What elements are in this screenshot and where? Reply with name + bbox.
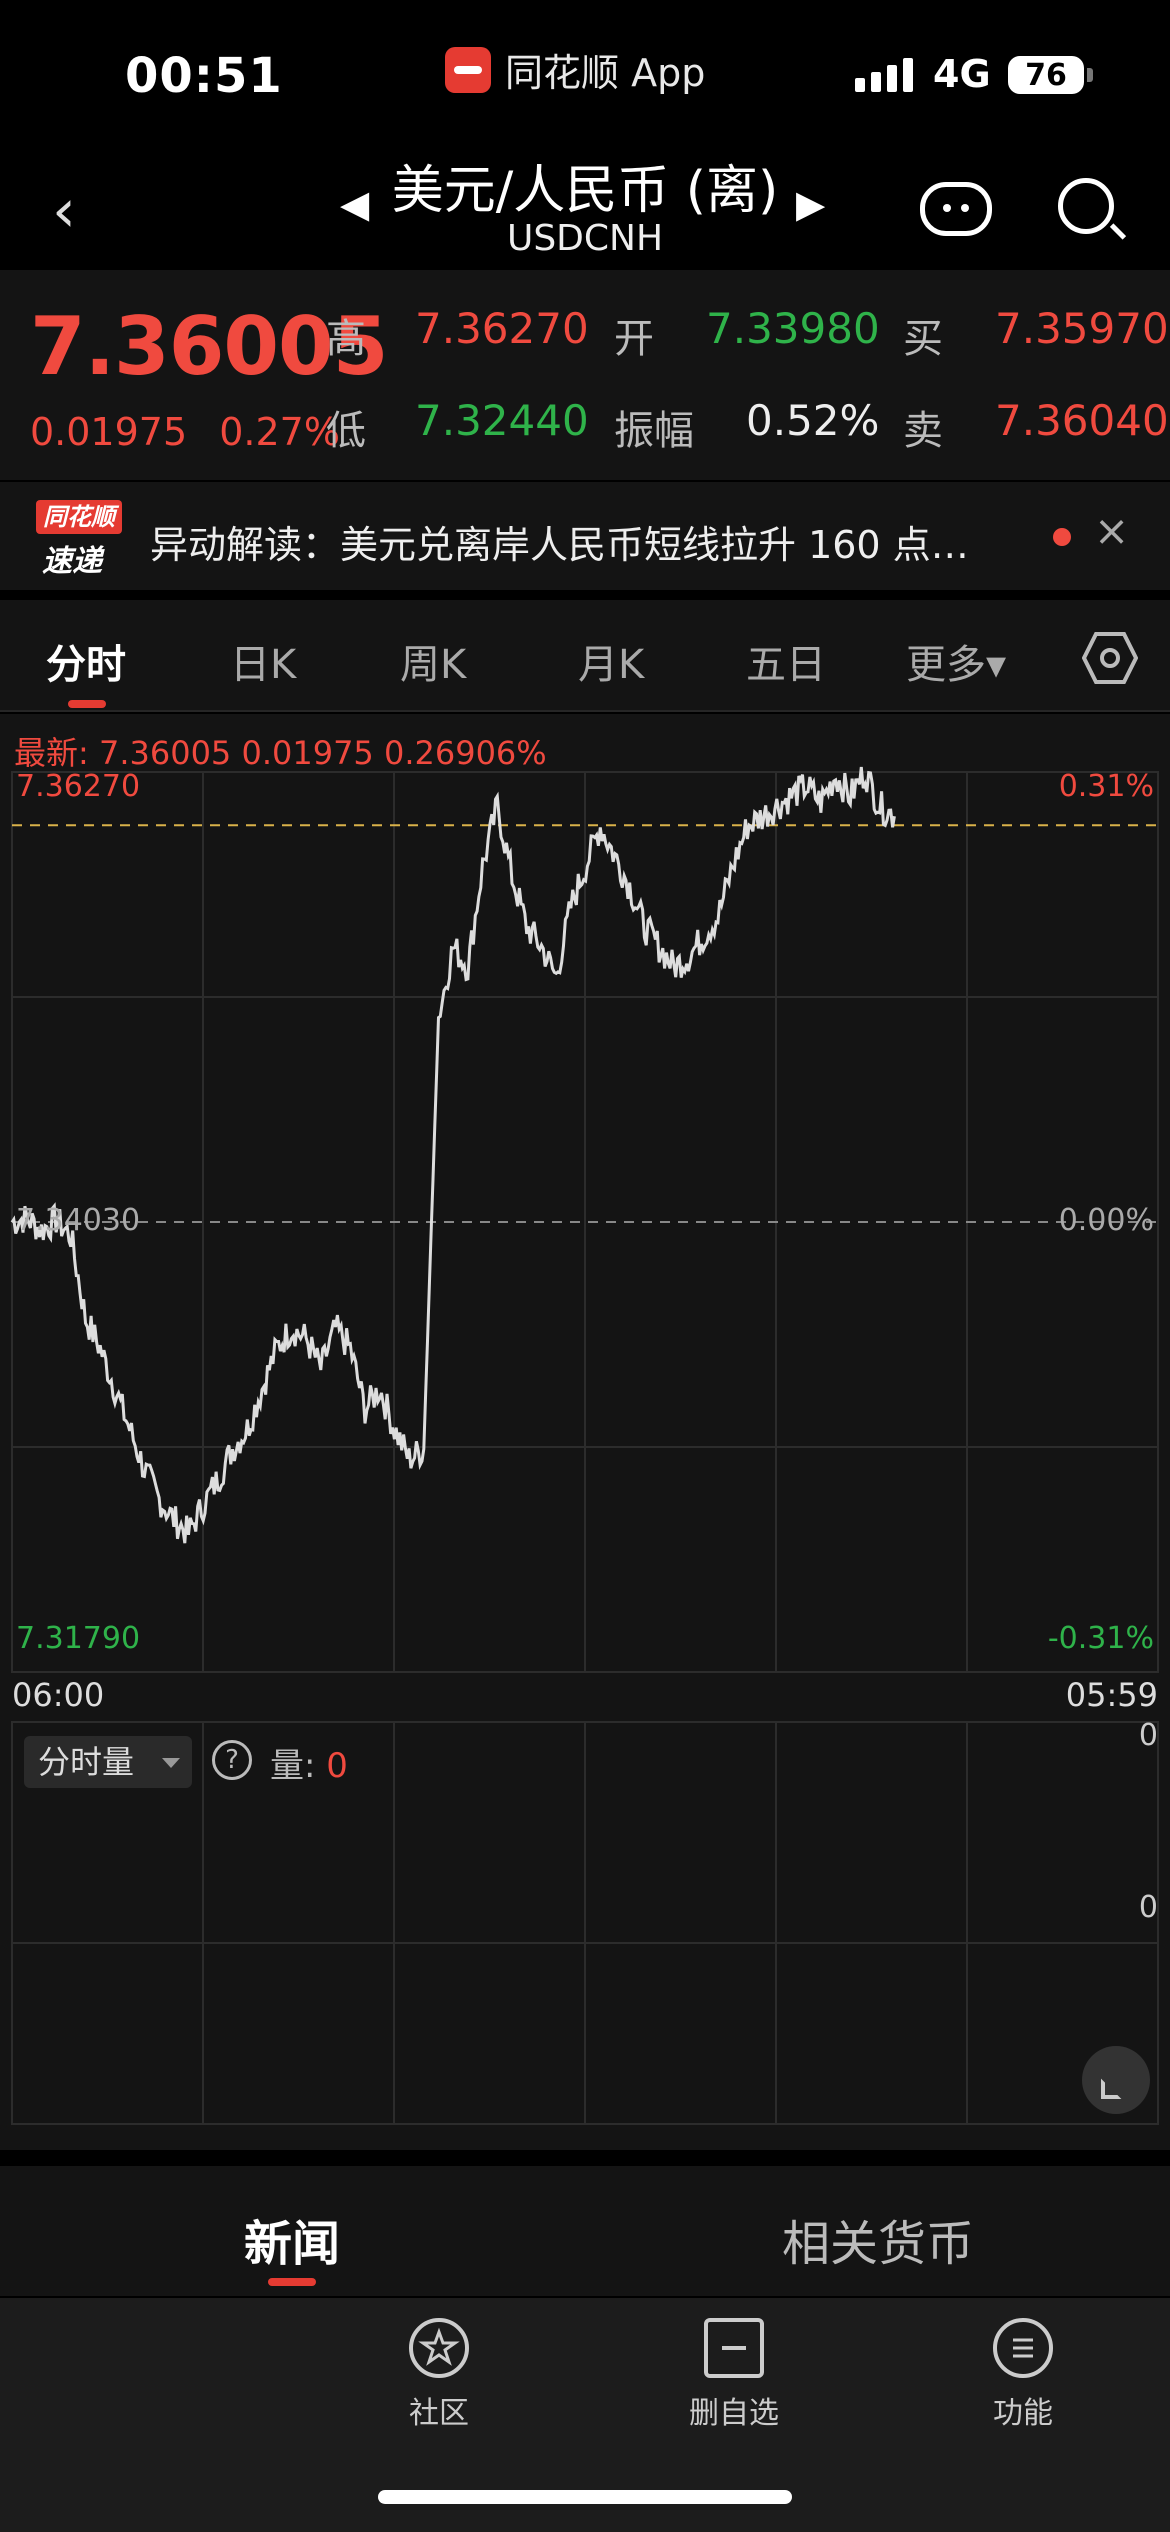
chevron-down-icon	[162, 1758, 180, 1768]
community-star-icon	[409, 2318, 469, 2378]
page-title: 美元/人民币 (离)	[391, 161, 779, 221]
functions-label: 功能	[993, 2396, 1053, 2431]
status-app-label: 同花顺 App	[505, 51, 706, 95]
tab-indicator	[68, 700, 106, 708]
prev-arrow-icon[interactable]: ◀	[340, 182, 369, 226]
news-tab-indicator	[268, 2278, 316, 2286]
menu-icon	[993, 2318, 1053, 2378]
amplitude-value: 0.52%	[746, 396, 880, 445]
time-axis-start: 06:00	[12, 1676, 105, 1714]
home-indicator[interactable]	[378, 2490, 792, 2504]
tab-monthly-k[interactable]: 月K	[578, 632, 644, 690]
volume-axis-top: 0	[1138, 1718, 1158, 1753]
flash-news-badge: 同花顺 速递	[36, 500, 122, 579]
app-logo-icon	[445, 46, 491, 93]
mid-pct-label: 0.00%	[1059, 1203, 1154, 1238]
high-value: 7.36270	[415, 304, 589, 353]
tab-five-day[interactable]: 五日	[746, 632, 826, 690]
chart-area[interactable]: 最新: 7.36005 0.01975 0.26906% 7.36270 0.3…	[0, 714, 1170, 2150]
fullscreen-icon[interactable]	[1082, 2046, 1150, 2114]
community-label: 社区	[409, 2396, 469, 2431]
next-arrow-icon[interactable]: ▶	[796, 182, 825, 226]
buy-value: 7.35970	[995, 304, 1169, 353]
banner-text[interactable]: 异动解读：美元兑离岸人民币短线拉升 160 点…	[150, 514, 969, 569]
news-banner[interactable]: 同花顺 速递 异动解读：美元兑离岸人民币短线拉升 160 点… ×	[0, 482, 1170, 590]
sell-label: 卖	[903, 408, 943, 454]
volume-selector[interactable]: 分时量	[24, 1736, 192, 1788]
top-pct-label: 0.31%	[1059, 769, 1154, 804]
volume-label-text: 量:	[270, 1746, 327, 1786]
open-value: 7.33980	[706, 304, 880, 353]
badge-top: 同花顺	[36, 500, 122, 534]
tab-related-currency[interactable]: 相关货币	[782, 2204, 974, 2274]
bottom-content-tabs: 新闻 相关货币	[0, 2166, 1170, 2296]
search-icon[interactable]	[1058, 178, 1114, 234]
amplitude-label: 振幅	[614, 408, 694, 454]
volume-axis-mid: 0	[1138, 1890, 1158, 1925]
tab-more[interactable]: 更多▾	[906, 632, 1006, 690]
sell-value: 7.36040	[995, 396, 1169, 445]
nav-bar: ‹ ◀ 美元/人民币 (离) USDCNH ▶	[0, 140, 1170, 270]
status-app[interactable]: 同花顺 App	[445, 42, 705, 97]
battery-icon: 76	[1008, 56, 1084, 94]
buy-label: 买	[903, 316, 943, 362]
tab-intraday[interactable]: 分时	[46, 632, 126, 690]
minus-box-icon	[704, 2318, 764, 2378]
tab-daily-k[interactable]: 日K	[230, 632, 296, 690]
volume-value: 0	[326, 1746, 348, 1786]
signal-icon	[855, 58, 913, 92]
functions-button[interactable]: 功能	[948, 2318, 1098, 2432]
back-icon[interactable]: ‹	[52, 176, 76, 246]
top-price-label: 7.36270	[16, 769, 140, 804]
remove-watchlist-label: 删自选	[689, 2396, 779, 2431]
low-label: 低	[326, 408, 366, 454]
settings-hex-icon[interactable]	[1082, 630, 1138, 686]
volume-selector-label: 分时量	[38, 1743, 135, 1781]
badge-bottom: 速递	[42, 544, 102, 579]
price-line	[10, 766, 896, 1544]
open-label: 开	[614, 316, 654, 362]
intraday-chart[interactable]: 7.36270 0.31% 7.34030 0.00% 7.31790 -0.3…	[0, 714, 1170, 2150]
tab-weekly-k[interactable]: 周K	[400, 632, 466, 690]
network-label: 4G	[933, 52, 991, 96]
help-icon[interactable]: ?	[212, 1740, 252, 1780]
status-time: 00:51	[125, 48, 283, 104]
mid-price-label: 7.34030	[16, 1203, 140, 1238]
bottom-pct-label: -0.31%	[1048, 1621, 1154, 1656]
remove-watchlist-button[interactable]: 删自选	[659, 2318, 809, 2432]
community-button[interactable]: 社区	[364, 2318, 514, 2432]
high-label: 高	[326, 316, 366, 362]
robot-assistant-icon[interactable]	[920, 182, 992, 236]
quote-panel: 7.36005 0.01975 0.27% 高 7.36270 开 7.3398…	[0, 270, 1170, 480]
change-value: 0.01975	[30, 410, 188, 454]
bottom-price-label: 7.31790	[16, 1621, 140, 1656]
tab-news[interactable]: 新闻	[244, 2204, 340, 2274]
unread-dot-icon	[1053, 528, 1071, 546]
status-bar: 00:51 同花顺 App 4G 76	[0, 0, 1170, 140]
low-value: 7.32440	[415, 396, 589, 445]
page-subtitle: USDCNH	[506, 218, 664, 259]
close-icon[interactable]: ×	[1094, 506, 1129, 555]
chart-tabs: 分时 日K 周K 月K 五日 更多▾	[0, 600, 1170, 712]
volume-label: 量: 0	[270, 1738, 348, 1787]
price-change: 0.01975 0.27%	[30, 410, 340, 454]
time-axis-end: 05:59	[1065, 1676, 1158, 1714]
change-percent: 0.27%	[219, 410, 340, 454]
battery-tip	[1087, 68, 1093, 82]
